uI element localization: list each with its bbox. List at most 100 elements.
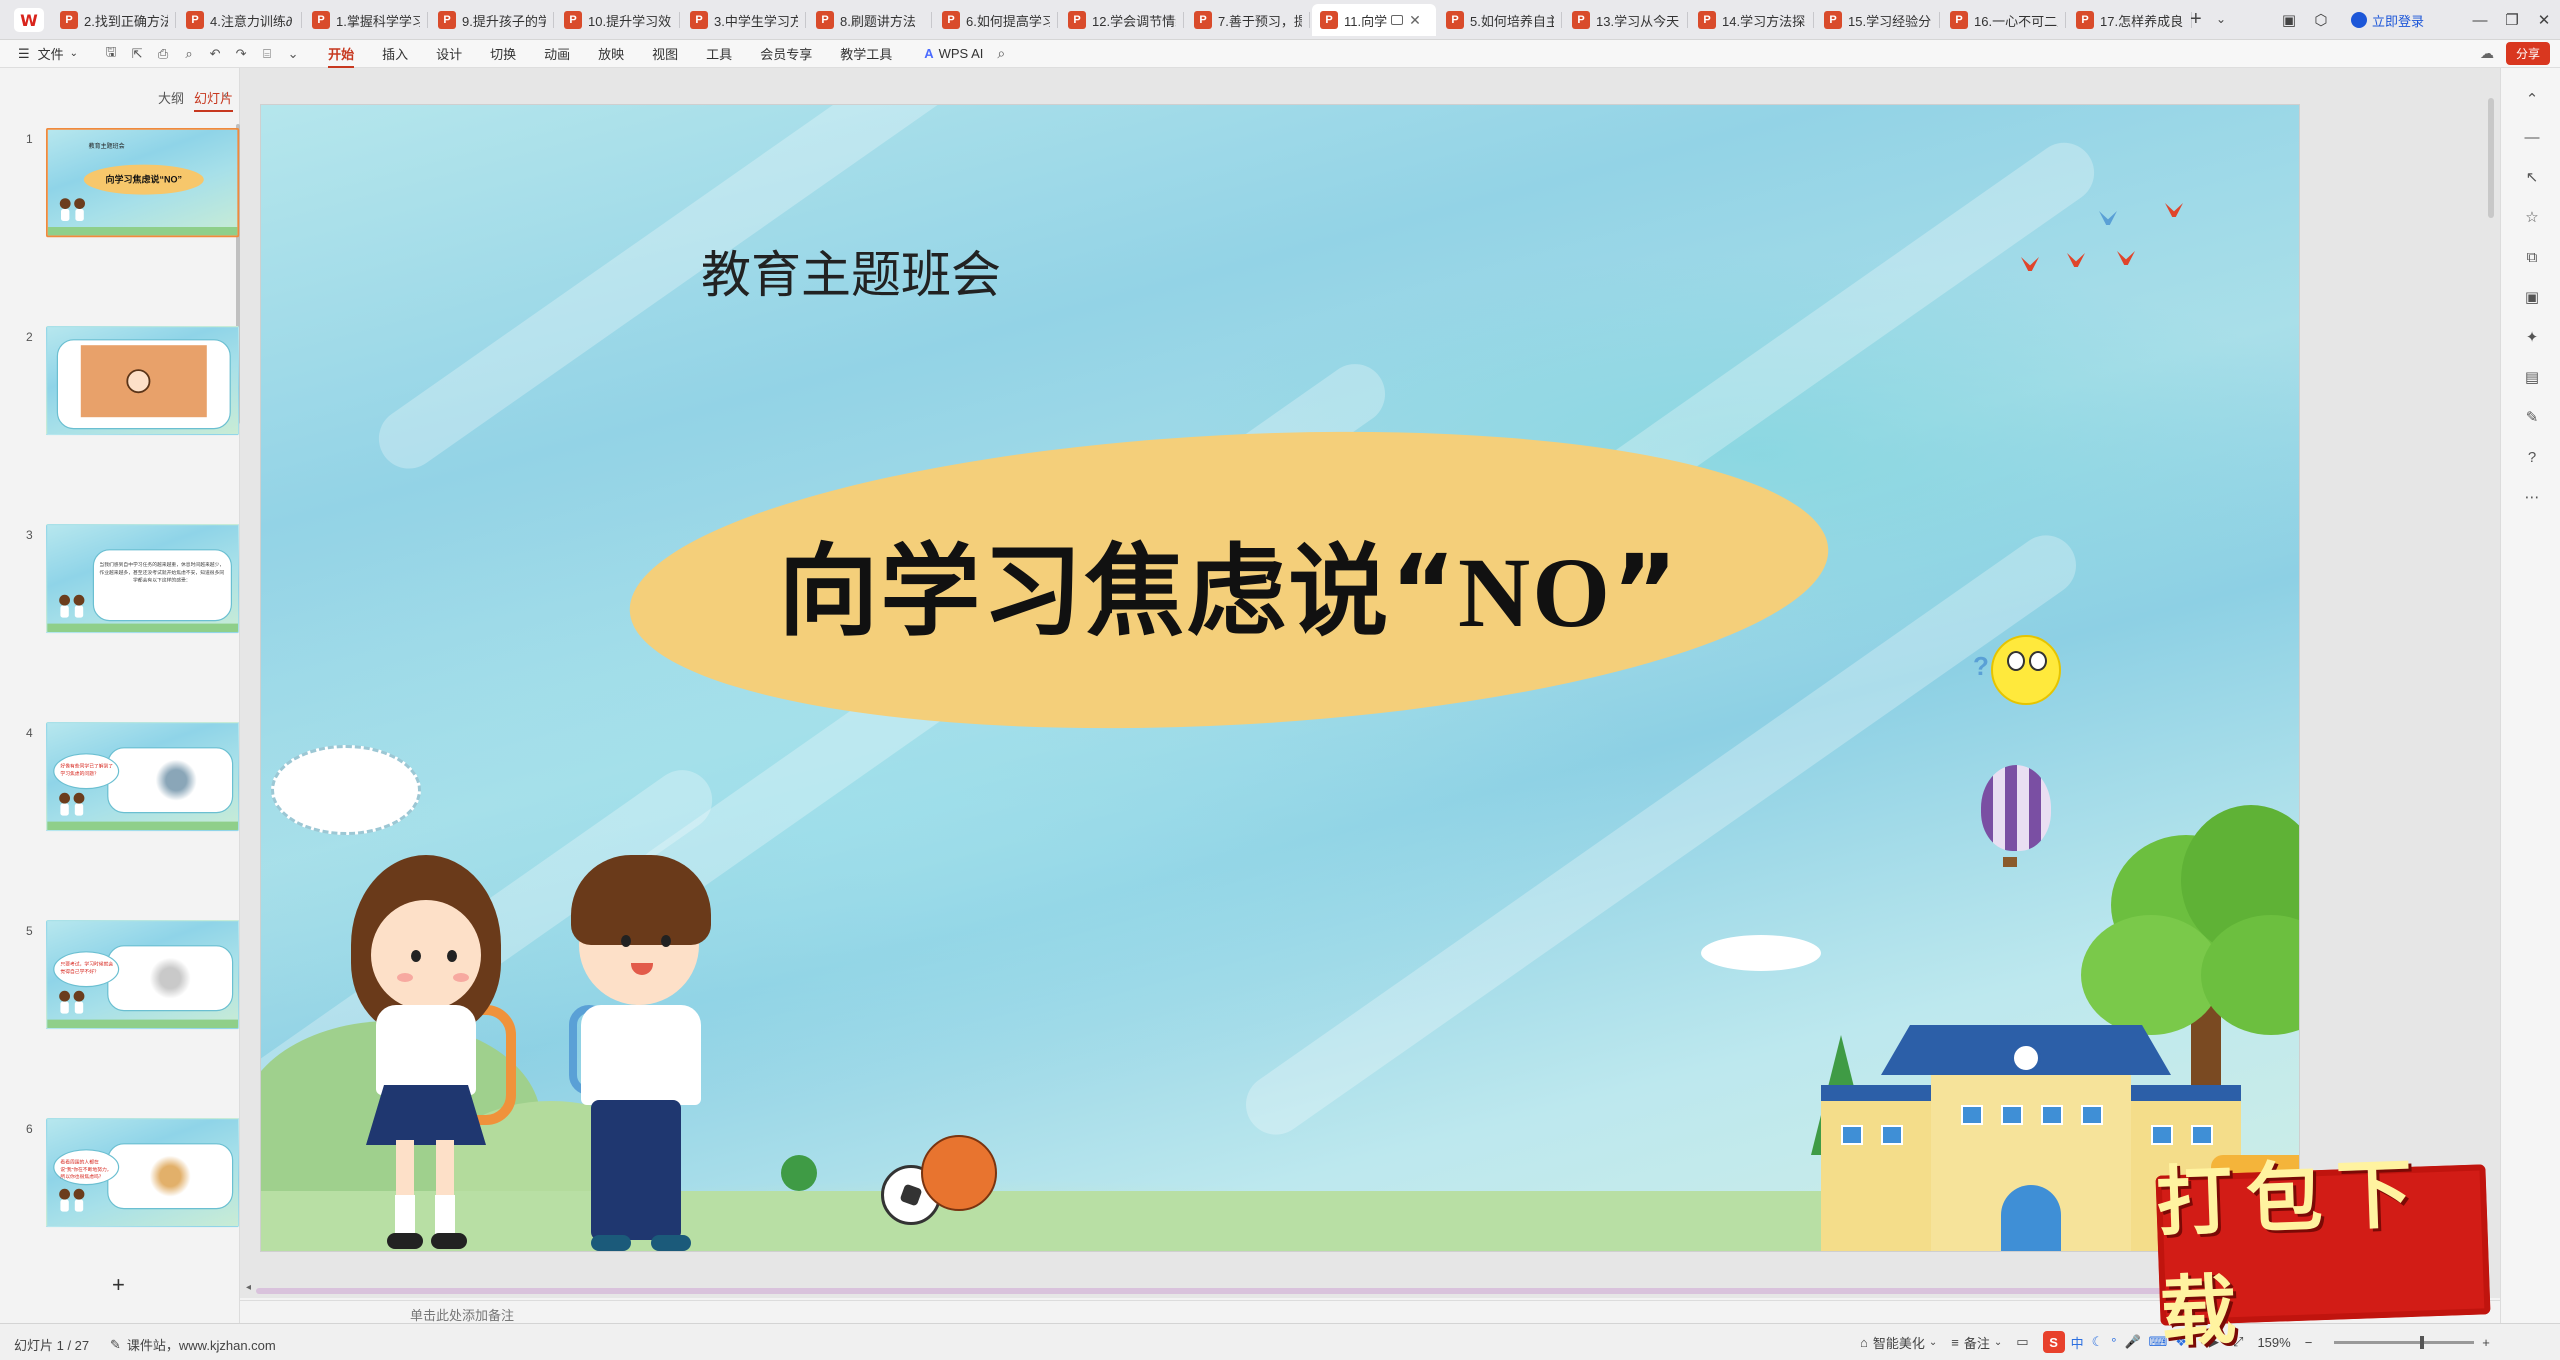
doc-tab-label: 14.学习方法探 <box>1722 13 1806 29</box>
undo-icon[interactable]: ↶ <box>204 43 226 65</box>
more-icon[interactable]: ⋯ <box>2521 486 2543 508</box>
doc-tab[interactable]: P 7.善于预习，提 <box>1186 4 1310 36</box>
tab-separator <box>1687 12 1688 28</box>
doc-tab[interactable]: P 3.中学生学习方 <box>682 4 806 36</box>
slide-thumbnail-2[interactable]: 2 <box>0 326 240 508</box>
doc-tab[interactable]: P 1.掌握科学学习 <box>304 4 428 36</box>
export-icon[interactable]: ⇱ <box>126 43 148 65</box>
doc-tab[interactable]: P 14.学习方法探 <box>1690 4 1814 36</box>
scroll-left-icon[interactable]: ◂ <box>246 1282 251 1293</box>
ribbon-tab[interactable]: 切换 <box>476 40 530 68</box>
tab-outline[interactable]: 大纲 <box>158 88 184 107</box>
minimize-icon[interactable]: — <box>2464 0 2496 40</box>
wps-ai-button[interactable]: A WPS AI <box>924 46 983 61</box>
ribbon-tab[interactable]: 教学工具 <box>826 40 906 68</box>
print-icon[interactable]: ⎙ <box>152 43 174 65</box>
ribbon-tab[interactable]: 插入 <box>368 40 422 68</box>
download-watermark-badge: 打包下载 <box>2155 1148 2491 1357</box>
ribbon-tab[interactable]: 设计 <box>422 40 476 68</box>
punctuation-icon[interactable]: ° <box>2111 1335 2116 1350</box>
ribbon-tab[interactable]: 开始 <box>314 40 368 68</box>
cloud-sync-icon[interactable]: ☁ <box>2480 45 2494 62</box>
search-icon[interactable]: ⌕ <box>997 45 1005 62</box>
horizontal-scrollbar[interactable] <box>256 1288 2316 1294</box>
doc-tab[interactable]: P 17.怎样养成良 <box>2068 4 2192 36</box>
menu-icon: ☰ <box>18 45 30 61</box>
ribbon-tab[interactable]: 动画 <box>530 40 584 68</box>
ribbon-tab[interactable]: 会员专享 <box>746 40 826 68</box>
doc-tab[interactable]: P 6.如何提高学习 <box>934 4 1058 36</box>
ribbon-right: ☁ 分享 <box>2480 42 2550 65</box>
arrow-up-icon[interactable]: ⌃ <box>2521 88 2543 110</box>
login-button[interactable]: 立即登录 <box>2350 11 2424 30</box>
vertical-scrollbar[interactable] <box>2488 98 2494 218</box>
ribbon-tab[interactable]: 工具 <box>692 40 746 68</box>
slide-number: 1 <box>26 132 33 146</box>
slide-canvas[interactable]: 教育主题班会 向学习焦虑说“NO” ? <box>260 104 2300 1252</box>
ribbon-tab[interactable]: 放映 <box>584 40 638 68</box>
ime-language[interactable]: 中 <box>2071 1333 2084 1352</box>
tab-separator <box>679 12 680 28</box>
smiley-eye <box>2029 651 2047 671</box>
moon-icon[interactable]: ☾ <box>2092 1334 2104 1350</box>
sogou-ime-icon[interactable]: S <box>2042 1331 2065 1353</box>
brush-icon[interactable]: ✎ <box>2521 406 2543 428</box>
preview-icon[interactable]: ⌕ <box>178 43 200 65</box>
document-tabs: P 2.找到正确方法 P 4.注意力训练∂ P 1.掌握科学学习 P 9.提升孩子的学 P 10.… <box>52 4 2194 40</box>
doc-tab[interactable]: P 12.学会调节情绪 <box>1060 4 1184 36</box>
copy-icon[interactable]: ⧉ <box>2521 246 2543 268</box>
layout-icon[interactable]: ▣ <box>2273 0 2305 40</box>
more-chevron-icon[interactable]: ⌄ <box>282 43 304 65</box>
doc-tab-label: 16.一心不可二用 <box>1974 13 2058 29</box>
magic-wand-icon[interactable]: ✦ <box>2521 326 2543 348</box>
file-label: 文件 <box>37 47 64 62</box>
doc-tab[interactable]: P 16.一心不可二用 <box>1942 4 2066 36</box>
ppt-file-icon: P <box>1320 11 1338 29</box>
doc-tab-label: 11.向学 <box>1344 13 1388 29</box>
slide-title[interactable]: 向学习焦虑说“NO” <box>629 510 1829 655</box>
kids-illustration <box>56 198 92 228</box>
share-button[interactable]: 分享 <box>2505 42 2550 65</box>
cube-icon[interactable]: ⬡ <box>2305 0 2337 40</box>
doc-tab[interactable]: P 9.提升孩子的学 <box>430 4 554 36</box>
minus-icon[interactable]: — <box>2521 126 2543 148</box>
slide-thumbnail-4[interactable]: 4 好像有些同学已了解到了学习焦虑的问题？ <box>0 722 240 904</box>
doc-tab[interactable]: P 13.学习从今天 <box>1564 4 1688 36</box>
slide-thumbnail-5[interactable]: 5 只要考试，学习时候就会觉得自己学不好？ <box>0 920 240 1102</box>
doc-tab[interactable]: P 5.如何培养自主 <box>1438 4 1562 36</box>
tab-separator <box>1183 12 1184 28</box>
notes-button[interactable]: ≡ 备注 ⌄ <box>1951 1333 2002 1352</box>
beautify-button[interactable]: ⌂ 智能美化 ⌄ <box>1860 1333 1937 1352</box>
microphone-icon[interactable]: 🎤 <box>2124 1334 2140 1350</box>
comment-icon[interactable]: ▭ <box>2016 1334 2028 1350</box>
slide-preview: 当我们感到自中学习任务的越来越重，休息时间越来越少，作业越来越多，甚至还没考试就… <box>46 524 240 634</box>
doc-tab[interactable]: P 2.找到正确方法 <box>52 4 176 36</box>
close-tab-icon[interactable]: ✕ <box>1409 12 1421 29</box>
help-icon[interactable]: ? <box>2521 446 2543 468</box>
add-slide-button[interactable]: + <box>112 1272 125 1298</box>
cursor-icon[interactable]: ↖ <box>2521 166 2543 188</box>
slide-thumbnail-1[interactable]: 1 教育主题班会 向学习焦虑说“NO” <box>0 128 240 310</box>
wps-logo-icon[interactable]: W <box>14 8 44 32</box>
format-painter-icon[interactable]: ⌸ <box>256 43 278 65</box>
doc-tab[interactable]: P 15.学习经验分 <box>1816 4 1940 36</box>
image-icon[interactable]: ▣ <box>2521 286 2543 308</box>
ribbon-tab[interactable]: 视图 <box>638 40 692 68</box>
restore-icon[interactable]: ❐ <box>2496 0 2528 40</box>
book-icon[interactable]: ▤ <box>2521 366 2543 388</box>
slide-thumbnail-3[interactable]: 3 当我们感到自中学习任务的越来越重，休息时间越来越少，作业越来越多，甚至还没考… <box>0 524 240 706</box>
collapse-panel-icon[interactable]: ‹ <box>223 86 228 102</box>
close-icon[interactable]: ✕ <box>2528 0 2560 40</box>
doc-tab[interactable]: P 8.刷题讲方法 <box>808 4 932 36</box>
doc-tab[interactable]: P 11.向学 ✕ <box>1312 4 1436 36</box>
file-menu[interactable]: ☰ 文件 ⌄ <box>18 44 78 63</box>
monitor-icon[interactable] <box>1391 15 1404 25</box>
chevron-down-icon[interactable]: ⌄ <box>2216 12 2226 26</box>
doc-tab[interactable]: P 4.注意力训练∂ <box>178 4 302 36</box>
star-icon[interactable]: ☆ <box>2521 206 2543 228</box>
save-icon[interactable]: 🖫 <box>100 43 122 65</box>
slide-subtitle[interactable]: 教育主题班会 <box>701 235 1001 307</box>
doc-tab[interactable]: P 10.提升学习效 <box>556 4 680 36</box>
redo-icon[interactable]: ↷ <box>230 43 252 65</box>
new-tab-button[interactable]: + <box>2190 8 2202 31</box>
